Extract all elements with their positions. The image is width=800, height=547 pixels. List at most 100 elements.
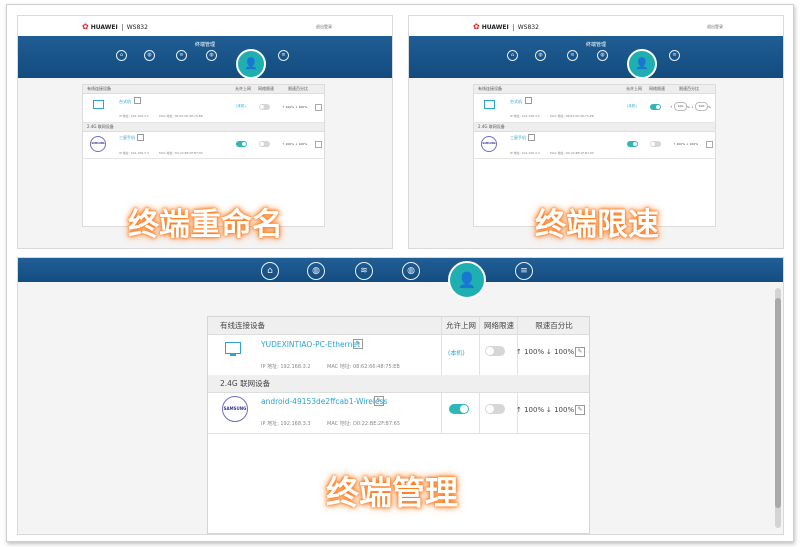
edit-icon[interactable] (137, 134, 144, 141)
self-badge: (本机) (627, 104, 637, 108)
logout-link[interactable]: 退出登录 (707, 24, 723, 30)
device-name[interactable]: android-49153de2ffcab1-Wireless (261, 397, 387, 406)
edit-icon[interactable] (315, 141, 322, 148)
col-percent: 限速百分比 (288, 86, 308, 91)
limit-down-input[interactable]: 100 (695, 102, 708, 111)
edit-icon[interactable]: ✎ (353, 339, 363, 349)
globe-settings-icon[interactable]: ◍ (597, 50, 608, 61)
pct-label: % (708, 105, 711, 109)
globe-settings-icon[interactable]: ◍ (206, 50, 217, 61)
menu-icon[interactable]: ≡ (278, 50, 289, 61)
user-icon[interactable]: 👤 (236, 49, 266, 79)
monitor-stand (230, 354, 236, 356)
menu-icon[interactable]: ≡ (669, 50, 680, 61)
home-icon[interactable]: ⌂ (507, 50, 518, 61)
huawei-logo: ✿ HUAWEI WS832 (473, 22, 539, 31)
monitor-icon (225, 342, 241, 354)
device-row-wifi: SAMSUNG android-49153de2ffcab1-Wireless … (208, 393, 589, 434)
wifi-icon[interactable]: ≋ (355, 262, 373, 280)
divider (479, 393, 480, 433)
huawei-flower-icon: ✿ (473, 22, 480, 31)
device-mac: MAC 地址: 08:62:66:48:75:EB (159, 114, 203, 118)
device-name[interactable]: YUDEXINTIAO-PC-Ethernet (261, 340, 360, 349)
wifi-header: 2.4G 联网设备 (220, 379, 271, 388)
model-name: WS832 (121, 24, 148, 31)
self-badge: (本机) (236, 104, 246, 108)
device-row-wired: YUDEXINTIAO-PC-Ethernet ✎ IP 地址: 192.168… (208, 335, 589, 376)
panel-rename: ✿ HUAWEI WS832 退出登录 终端管理 ⌂ ◍ ≋ ◍ ≡ 👤 有线连接设… (17, 15, 393, 249)
limit-toggle[interactable] (650, 104, 661, 110)
device-name[interactable]: 台式机 (119, 99, 131, 105)
user-icon[interactable]: 👤 (627, 49, 657, 79)
caption-rename: 终端重命名 (128, 207, 283, 243)
home-icon[interactable]: ⌂ (116, 50, 127, 61)
menu-icon[interactable]: ≡ (515, 262, 533, 280)
wired-header: 有线连接设备 (87, 86, 111, 91)
device-row: SAMSUNG 三星手机 IP 地址: 192.168.3.3 MAC 地址: … (83, 132, 324, 159)
huawei-logo: ✿ HUAWEI WS832 (82, 22, 148, 31)
allow-toggle[interactable] (627, 141, 638, 147)
home-icon[interactable]: ⌂ (261, 262, 279, 280)
edit-icon[interactable] (525, 97, 532, 104)
col-allow: 允许上网 (235, 86, 251, 91)
panel-limit: ✿ HUAWEI WS832 退出登录 终端管理 ⌂ ◍ ≋ ◍ ≡ 👤 有线连接设… (408, 15, 784, 249)
wired-header-row: 有线连接设备 允许上网 网络限速 限速百分比 (83, 85, 324, 94)
wired-header: 有线连接设备 (220, 321, 265, 330)
divider (479, 335, 480, 375)
scrollbar[interactable] (775, 288, 781, 528)
user-icon[interactable]: 👤 (448, 261, 486, 299)
page-title: 终端管理 (585, 42, 606, 48)
rate-down: ↓ 100% (546, 348, 575, 356)
globe-icon[interactable]: ◍ (307, 262, 325, 280)
allow-toggle[interactable] (449, 404, 469, 414)
edit-icon[interactable]: ✎ (374, 396, 384, 406)
rate-up: ↑ 100% (516, 406, 545, 414)
device-row: 台式机 IP 地址: 192.168.3.2 MAC 地址: 08:62:66:… (83, 94, 324, 123)
device-ip: IP 地址: 192.168.3.2 (261, 364, 311, 370)
divider (441, 335, 442, 375)
device-ip: IP 地址: 192.168.3.3 (119, 151, 149, 155)
col-limit: 网络限速 (258, 86, 274, 91)
monitor-icon (484, 100, 495, 109)
huawei-flower-icon: ✿ (82, 22, 89, 31)
edit-icon[interactable] (706, 141, 713, 148)
main-nav: 终端管理 ⌂ ◍ ≋ ◍ ≡ (409, 36, 783, 78)
limit-toggle[interactable] (259, 141, 270, 147)
edit-icon[interactable]: ✎ (575, 405, 585, 415)
globe-icon[interactable]: ◍ (144, 50, 155, 61)
device-name[interactable]: 台式机 (510, 99, 522, 105)
edit-icon[interactable] (528, 134, 535, 141)
wired-header-row: 有线连接设备 允许上网 网络限速 限速百分比 (474, 85, 715, 94)
limit-toggle[interactable] (650, 141, 661, 147)
scrollbar-thumb[interactable] (775, 298, 781, 508)
device-name[interactable]: 三星手机 (510, 135, 526, 141)
edit-icon[interactable]: ✎ (575, 347, 585, 357)
device-mac: MAC 地址: 08:62:66:48:75:EB (327, 364, 400, 370)
globe-settings-icon[interactable]: ◍ (402, 262, 420, 280)
samsung-icon: SAMSUNG (481, 136, 497, 152)
top-bar: ✿ HUAWEI WS832 退出登录 (18, 16, 392, 36)
device-name[interactable]: 三星手机 (119, 135, 135, 141)
col-limit: 网络限速 (649, 86, 665, 91)
col-allow: 允许上网 (441, 317, 480, 334)
limit-up-input[interactable]: 100 (674, 102, 687, 111)
wifi-header: 2.4G 联网设备 (87, 124, 114, 129)
wifi-icon[interactable]: ≋ (567, 50, 578, 61)
vendor-name: HUAWEI (90, 24, 118, 31)
globe-icon[interactable]: ◍ (535, 50, 546, 61)
device-mac: MAC 地址: D0:22:BE:2F:B7:65 (327, 421, 401, 427)
wifi-header: 2.4G 联网设备 (478, 124, 505, 129)
caption-limit: 终端限速 (535, 207, 659, 243)
limit-toggle[interactable] (259, 104, 270, 110)
limit-toggle[interactable] (485, 346, 505, 356)
logout-link[interactable]: 退出登录 (316, 24, 332, 30)
edit-icon[interactable] (315, 104, 322, 111)
device-ip: IP 地址: 192.168.3.3 (261, 421, 311, 427)
edit-icon[interactable] (134, 97, 141, 104)
allow-toggle[interactable] (236, 141, 247, 147)
limit-toggle[interactable] (485, 404, 505, 414)
device-mac: MAC 地址: D0:22:BE:2F:B7:65 (159, 151, 203, 155)
device-mac: MAC 地址: D0:22:BE:2F:B7:65 (550, 151, 594, 155)
wifi-icon[interactable]: ≋ (176, 50, 187, 61)
main-nav: ⌂ ◍ ≋ ◍ ≡ (18, 258, 783, 282)
